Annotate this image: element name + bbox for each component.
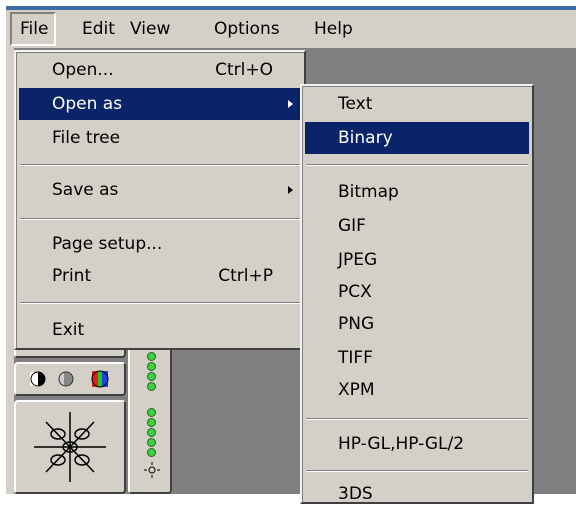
submenu-item-pcx[interactable]: PCX (305, 276, 529, 308)
led-indicator (147, 362, 156, 371)
led-indicator (147, 408, 156, 417)
led-indicator (147, 382, 156, 391)
menu-options[interactable]: Options (206, 12, 288, 46)
menu-item-label: Open as (52, 94, 123, 114)
led-indicator (147, 428, 156, 437)
pan-arrows-icon (34, 412, 106, 482)
menu-edit[interactable]: Edit (74, 12, 123, 46)
menu-file[interactable]: File (10, 12, 56, 46)
led-indicator (147, 448, 156, 457)
menu-item-label: Save as (52, 180, 119, 200)
submenu-item-png[interactable]: PNG (305, 308, 529, 340)
submenu-item-text[interactable]: Text (305, 88, 529, 120)
menu-separator (20, 218, 300, 220)
submenu-item-binary[interactable]: Binary (305, 122, 529, 154)
color-mode-icon (30, 370, 109, 388)
menu-separator (306, 470, 528, 472)
submenu-item-gif[interactable]: GIF (305, 210, 529, 242)
menu-separator (306, 418, 528, 420)
menu-item-exit[interactable]: Exit (19, 314, 301, 346)
color-mode-panel[interactable] (14, 362, 126, 396)
menu-bar: File Edit View Options Help (10, 12, 576, 48)
menu-item-print[interactable]: Print Ctrl+P (19, 260, 301, 292)
submenu-item-bitmap[interactable]: Bitmap (305, 176, 529, 208)
file-menu: Open... Ctrl+O Open as File tree Save as… (14, 50, 306, 350)
open-as-submenu: Text Binary Bitmap GIF JPEG PCX PNG TIFF… (300, 84, 534, 504)
led-strip-panel (128, 338, 172, 494)
menu-item-label: Print (52, 266, 92, 286)
menu-view[interactable]: View (122, 12, 178, 46)
submenu-item-tiff[interactable]: TIFF (305, 342, 529, 374)
menu-item-label: File tree (52, 128, 121, 148)
navigation-panel[interactable] (14, 400, 126, 494)
submenu-item-hpgl[interactable]: HP-GL,HP-GL/2 (305, 428, 529, 460)
menu-item-label: Exit (52, 320, 85, 340)
menu-item-save-as[interactable]: Save as (19, 174, 301, 206)
shortcut-label: Ctrl+P (218, 266, 273, 286)
submenu-item-xpm[interactable]: XPM (305, 374, 529, 406)
menu-item-label: Open... (52, 60, 114, 80)
menu-item-label: Page setup... (52, 234, 163, 254)
menu-help[interactable]: Help (306, 12, 361, 46)
shortcut-label: Ctrl+O (215, 60, 273, 80)
led-indicator (147, 418, 156, 427)
led-indicator (147, 438, 156, 447)
led-indicator (147, 352, 156, 361)
menu-separator (20, 164, 300, 166)
submenu-arrow-icon (288, 186, 293, 194)
led-indicator (147, 372, 156, 381)
menu-item-open[interactable]: Open... Ctrl+O (19, 54, 301, 86)
sun-icon (144, 462, 160, 478)
submenu-item-3ds[interactable]: 3DS (305, 478, 529, 510)
menu-item-file-tree[interactable]: File tree (19, 122, 301, 154)
submenu-arrow-icon (288, 100, 293, 108)
menu-separator (306, 164, 528, 166)
submenu-item-jpeg[interactable]: JPEG (305, 244, 529, 276)
menu-item-open-as[interactable]: Open as (19, 88, 301, 120)
window-title-edge (6, 6, 576, 10)
menu-separator (20, 302, 300, 304)
menu-item-page-setup[interactable]: Page setup... (19, 228, 301, 260)
